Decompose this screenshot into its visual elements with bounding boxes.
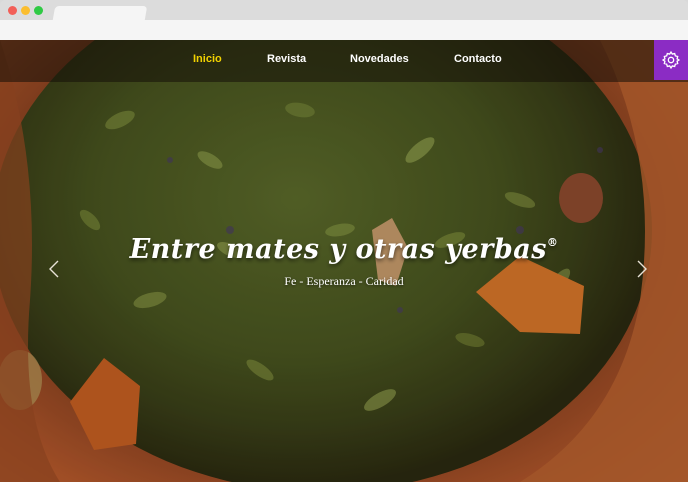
minimize-window-button[interactable] bbox=[21, 6, 30, 15]
hero-subtitle: Fe - Esperanza - Caridad bbox=[284, 274, 404, 288]
close-window-button[interactable] bbox=[8, 6, 17, 15]
settings-button[interactable] bbox=[654, 40, 688, 80]
registered-mark: ® bbox=[546, 236, 559, 249]
nav-item-inicio[interactable]: Inicio bbox=[193, 53, 222, 65]
slider-next-button[interactable] bbox=[632, 258, 652, 280]
browser-tab[interactable] bbox=[52, 6, 148, 20]
maximize-window-button[interactable] bbox=[34, 6, 43, 15]
hero-title: Entre mates y otras yerbas® bbox=[0, 234, 688, 265]
browser-titlebar bbox=[0, 0, 688, 41]
chevron-right-icon bbox=[637, 260, 647, 278]
nav-item-novedades[interactable]: Novedades bbox=[350, 53, 409, 65]
hero-slide: Inicio Revista Novedades Contacto Entre … bbox=[0, 40, 688, 482]
nav-item-contacto[interactable]: Contacto bbox=[454, 53, 502, 65]
hero-title-text: Entre mates y otras yerbas bbox=[129, 234, 547, 265]
browser-window: Inicio Revista Novedades Contacto Entre … bbox=[0, 0, 688, 482]
address-bar[interactable] bbox=[0, 20, 688, 40]
nav-item-revista[interactable]: Revista bbox=[267, 53, 306, 65]
chevron-left-icon bbox=[49, 260, 59, 278]
gear-icon bbox=[661, 50, 681, 70]
slider-prev-button[interactable] bbox=[44, 258, 64, 280]
main-navbar: Inicio Revista Novedades Contacto bbox=[0, 40, 688, 82]
